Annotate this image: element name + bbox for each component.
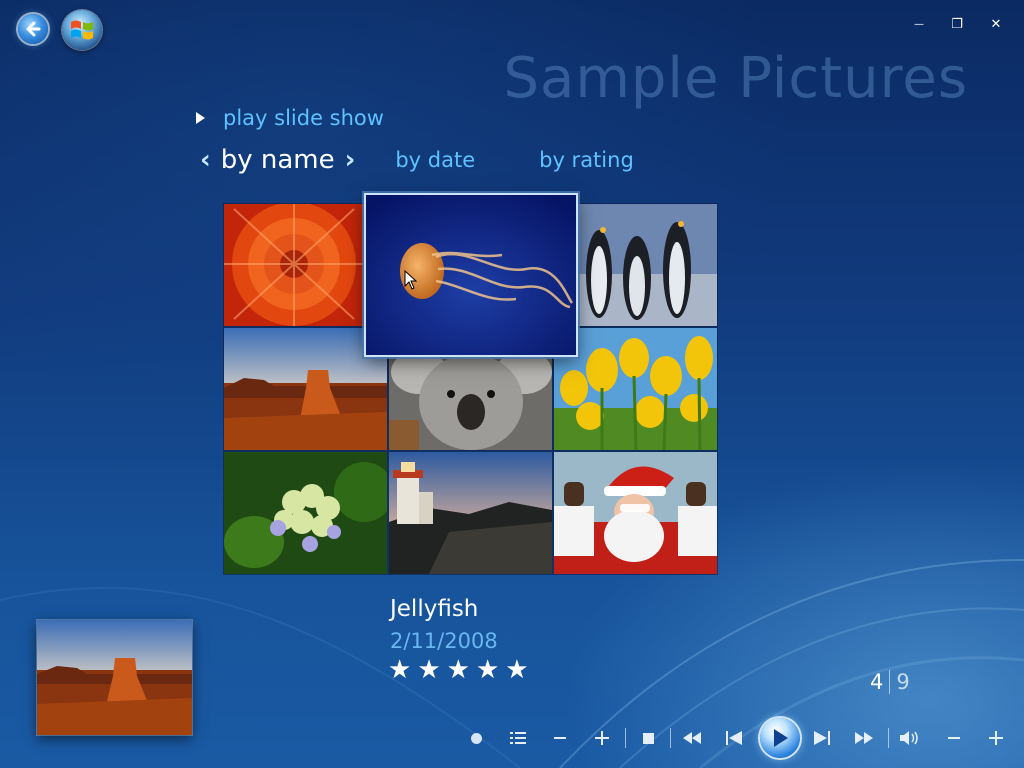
sort-by-rating[interactable]: by rating [539, 148, 634, 172]
gallery-item-koala[interactable] [389, 350, 552, 450]
star-icon: ★ [417, 655, 441, 685]
minus-icon [554, 737, 566, 739]
mute-button[interactable] [898, 726, 922, 750]
start-button[interactable] [62, 10, 102, 50]
rating-stars: ★ ★ ★ ★ ★ [388, 656, 529, 684]
sort-bar: ‹ by name › by date by rating [200, 142, 634, 178]
minimize-icon: — [914, 18, 924, 30]
previous-button[interactable] [722, 726, 746, 750]
sort-by-name[interactable]: ‹ by name › [200, 145, 355, 175]
gallery-item-jellyfish[interactable] [366, 195, 576, 355]
rewind-button[interactable] [680, 726, 704, 750]
page-title: Sample Pictures [503, 46, 968, 111]
total-count: 9 [896, 670, 910, 694]
penguins-photo [577, 204, 717, 326]
koala-photo [389, 350, 552, 450]
next-button[interactable] [810, 726, 834, 750]
record-icon [470, 732, 482, 744]
sort-by-date[interactable]: by date [395, 148, 475, 172]
counter-divider [889, 670, 891, 694]
star-icon: ★ [505, 655, 529, 685]
list-button[interactable] [506, 726, 530, 750]
sort-active-label: by name [220, 145, 335, 175]
star-icon: ★ [475, 655, 500, 685]
transport-controls [460, 716, 1020, 760]
chevron-left-icon[interactable]: ‹ [200, 145, 211, 175]
transport-separator [888, 728, 889, 748]
back-button[interactable] [18, 14, 48, 44]
jellyfish-photo [366, 195, 576, 355]
now-playing-preview[interactable] [37, 620, 192, 735]
windows-orb-icon [71, 20, 93, 40]
lighthouse-photo [389, 452, 552, 574]
play-icon [774, 729, 788, 747]
close-icon: ✕ [990, 16, 1002, 32]
chevron-right-icon[interactable]: › [345, 145, 356, 175]
santa-photo [554, 452, 717, 574]
tulips-photo [554, 328, 717, 450]
volume-down-button[interactable] [942, 726, 966, 750]
minimize-button[interactable]: — [908, 14, 930, 34]
gallery-item-penguins[interactable] [577, 204, 717, 326]
gallery-item-tulips[interactable] [554, 328, 717, 450]
volume-down-icon [948, 737, 960, 739]
gallery-item-hydrangeas[interactable] [224, 452, 387, 574]
fast-forward-icon [855, 732, 873, 744]
mouse-cursor-icon [404, 270, 418, 290]
channel-down-button[interactable] [548, 726, 572, 750]
flower-photo [224, 204, 364, 326]
current-index: 4 [870, 670, 884, 694]
play-slideshow-label: play slide show [223, 106, 384, 130]
play-button[interactable] [760, 718, 800, 758]
gallery-item-chrysanthemum[interactable] [224, 204, 364, 326]
play-triangle-icon [196, 112, 205, 124]
play-slideshow-button[interactable]: play slide show [196, 104, 384, 132]
stop-icon [642, 732, 654, 744]
next-track-icon [814, 731, 830, 745]
close-button[interactable]: ✕ [985, 14, 1007, 34]
star-icon: ★ [446, 655, 470, 685]
restore-icon: ❐ [951, 16, 963, 32]
selected-item-name: Jellyfish [390, 596, 479, 622]
channel-up-button[interactable] [590, 726, 614, 750]
gallery-item-santa[interactable] [554, 452, 717, 574]
previous-track-icon [726, 731, 742, 745]
fast-forward-button[interactable] [852, 726, 876, 750]
record-button[interactable] [464, 726, 488, 750]
volume-up-button[interactable] [984, 726, 1008, 750]
volume-up-icon [989, 731, 1003, 745]
selected-item-date: 2/11/2008 [390, 629, 498, 653]
volume-icon [900, 731, 918, 745]
transport-separator [625, 728, 626, 748]
desert-preview-photo [37, 620, 192, 735]
star-icon: ★ [388, 655, 412, 685]
transport-separator [670, 728, 671, 748]
hydrangeas-photo [224, 452, 387, 574]
back-arrow-icon [26, 21, 41, 37]
desert-photo [224, 328, 387, 450]
item-counter: 4 9 [870, 670, 910, 694]
stop-button[interactable] [636, 726, 660, 750]
plus-icon [595, 731, 609, 745]
gallery-item-lighthouse[interactable] [389, 452, 552, 574]
list-icon [510, 732, 526, 744]
restore-button[interactable]: ❐ [946, 14, 968, 34]
rewind-icon [683, 732, 701, 744]
gallery-item-desert[interactable] [224, 328, 387, 450]
